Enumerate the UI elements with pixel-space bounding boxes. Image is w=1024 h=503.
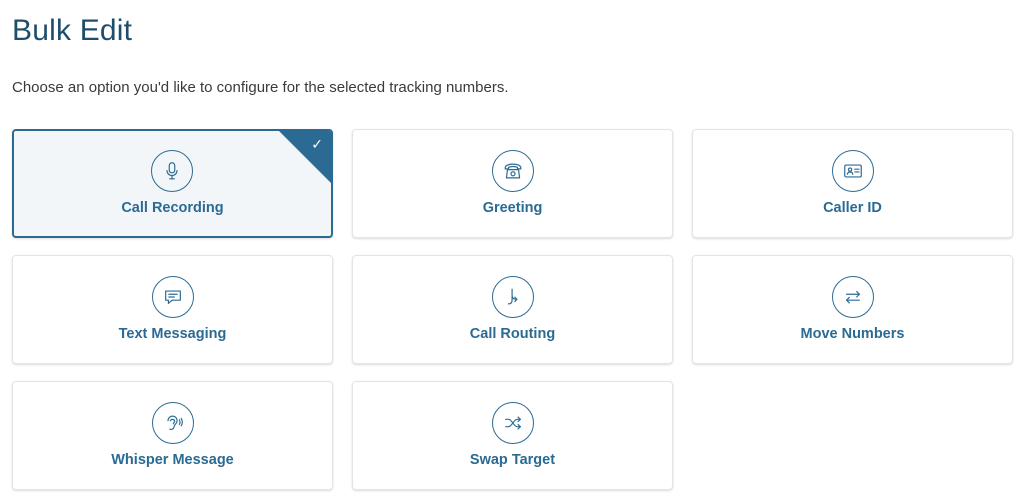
option-label: Whisper Message <box>111 452 234 468</box>
option-card-caller-id[interactable]: Caller ID <box>692 129 1013 238</box>
microphone-icon <box>150 150 193 192</box>
option-label: Call Routing <box>469 326 556 342</box>
option-card-call-recording[interactable]: Call Recording ✓ <box>12 129 333 238</box>
option-card-whisper-message[interactable]: Whisper Message <box>12 381 333 490</box>
option-label: Call Recording <box>121 200 224 216</box>
swap-arrows-icon <box>831 276 874 318</box>
option-card-swap-target[interactable]: Swap Target <box>352 381 673 490</box>
option-label: Text Messaging <box>118 326 227 342</box>
routing-arrow-icon <box>491 276 534 318</box>
checkmark-icon: ✓ <box>311 136 323 152</box>
option-card-text-messaging[interactable]: Text Messaging <box>12 255 333 364</box>
option-label: Move Numbers <box>800 326 905 342</box>
id-card-icon <box>831 150 874 192</box>
option-label: Greeting <box>482 200 543 216</box>
chat-bubble-icon <box>151 276 194 318</box>
option-card-move-numbers[interactable]: Move Numbers <box>692 255 1013 364</box>
telephone-icon <box>491 150 534 192</box>
page-title: Bulk Edit <box>12 14 133 47</box>
page-subtitle: Choose an option you'd like to configure… <box>12 79 509 96</box>
option-label: Caller ID <box>823 200 882 216</box>
shuffle-icon <box>491 402 534 444</box>
option-card-greeting[interactable]: Greeting <box>352 129 673 238</box>
ear-icon <box>151 402 194 444</box>
options-grid: Call Recording ✓ Greeting Caller ID Text… <box>12 129 1013 490</box>
selected-corner <box>279 131 331 183</box>
option-card-call-routing[interactable]: Call Routing <box>352 255 673 364</box>
option-label: Swap Target <box>469 452 556 468</box>
